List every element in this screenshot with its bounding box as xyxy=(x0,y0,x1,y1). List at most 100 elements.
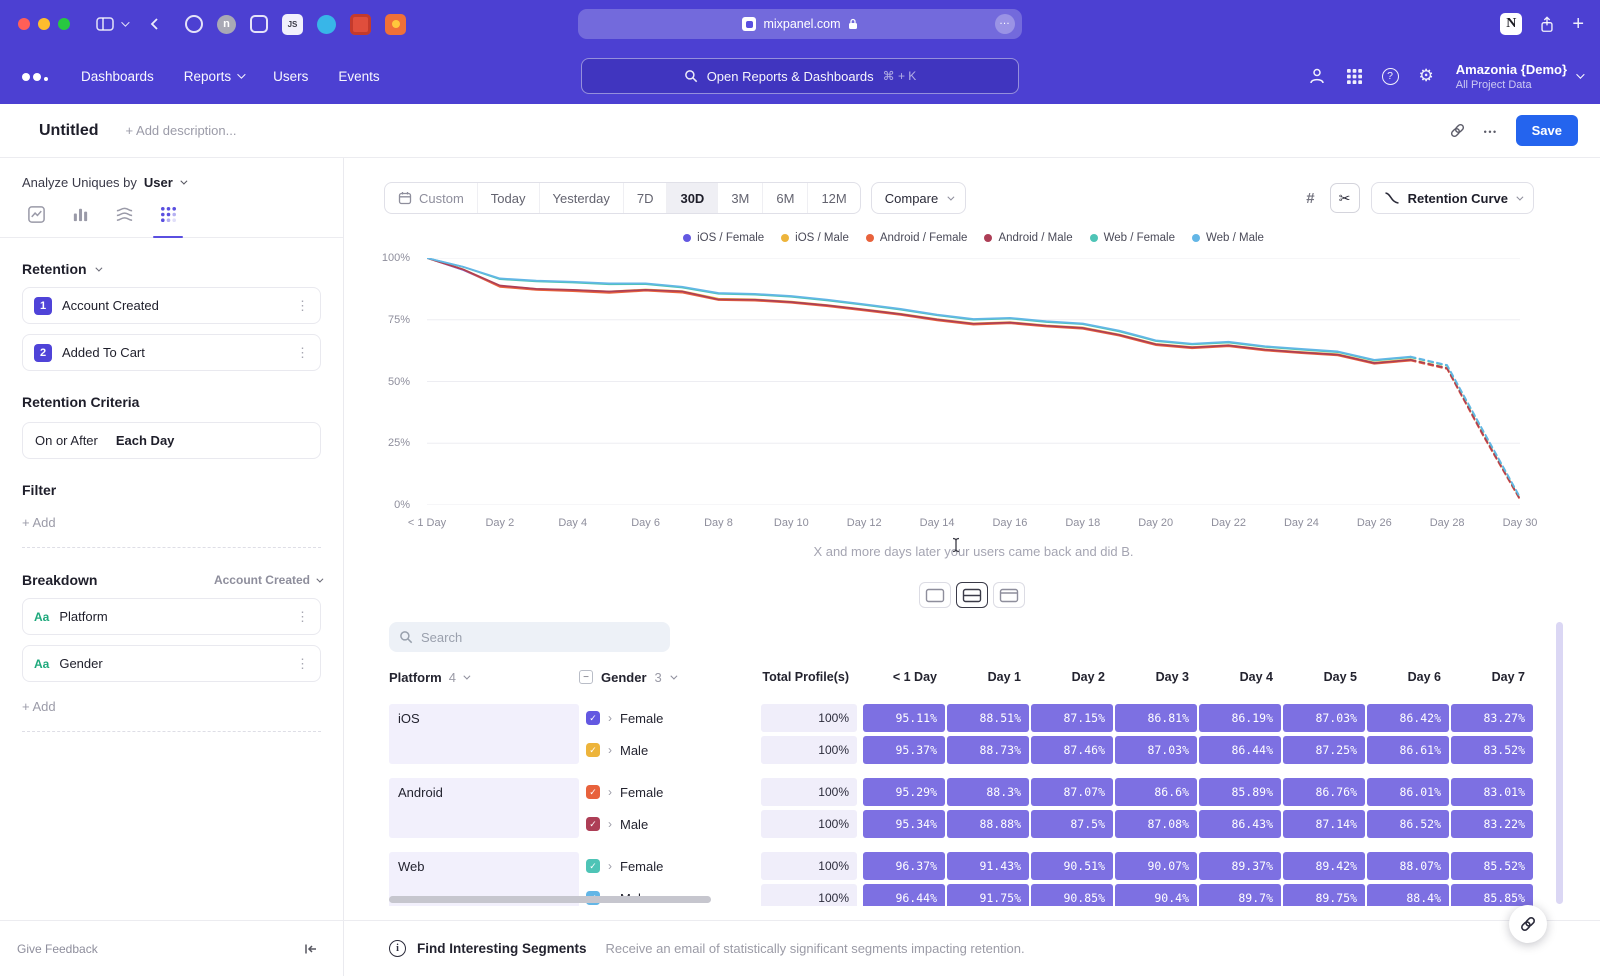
notion-extension-icon[interactable]: N xyxy=(1500,13,1522,35)
add-filter-button[interactable]: + Add xyxy=(22,515,321,548)
user-insights-icon[interactable] xyxy=(1308,67,1327,85)
zoom-window-button[interactable] xyxy=(58,18,70,30)
collapse-sidebar-icon[interactable] xyxy=(303,941,319,957)
cyan-app-favicon[interactable] xyxy=(317,15,336,34)
nav-events[interactable]: Events xyxy=(338,69,379,84)
horizontal-scrollbar[interactable] xyxy=(389,896,711,903)
layout-toggle-chart[interactable] xyxy=(919,582,951,608)
checkbox-ios-female[interactable] xyxy=(586,711,600,725)
new-tab-icon[interactable] xyxy=(1572,13,1584,36)
kebab-menu-icon[interactable] xyxy=(296,609,309,625)
add-breakdown-button[interactable]: + Add xyxy=(22,699,321,732)
legend-android-female[interactable]: Android / Female xyxy=(866,232,968,244)
day-column-header[interactable]: Day 4 xyxy=(1199,670,1281,684)
url-more-button[interactable] xyxy=(995,14,1015,34)
save-button[interactable]: Save xyxy=(1516,115,1578,146)
chart-type-dropdown[interactable]: Retention Curve xyxy=(1371,182,1534,214)
vertical-scrollbar[interactable] xyxy=(1556,622,1563,904)
box-favicon[interactable] xyxy=(250,15,268,33)
legend-web-female[interactable]: Web / Female xyxy=(1090,232,1175,244)
retention-chart[interactable] xyxy=(427,258,1520,505)
range-3m[interactable]: 3M xyxy=(717,183,762,213)
legend-ios-male[interactable]: iOS / Male xyxy=(781,232,849,244)
legend-ios-female[interactable]: iOS / Female xyxy=(683,232,764,244)
expand-chevron-icon[interactable] xyxy=(608,785,612,799)
day-column-header[interactable]: Day 7 xyxy=(1451,670,1533,684)
n-app-favicon[interactable]: n xyxy=(217,15,236,34)
expand-chevron-icon[interactable] xyxy=(608,817,612,831)
expand-chevron-icon[interactable] xyxy=(608,859,612,873)
retention-step-2[interactable]: 2Added To Cart xyxy=(22,334,321,371)
retention-step-1[interactable]: 1Account Created xyxy=(22,287,321,324)
url-bar[interactable]: mixpanel.com xyxy=(578,9,1022,39)
gender-column-header[interactable]: Gender 3 xyxy=(579,670,761,685)
breakdown-gender[interactable]: AaGender xyxy=(22,645,321,682)
report-title[interactable]: Untitled xyxy=(39,122,99,140)
mixpanel-logo[interactable] xyxy=(22,71,48,81)
kebab-menu-icon[interactable] xyxy=(296,345,309,361)
retention-section-title[interactable]: Retention xyxy=(22,261,321,277)
checkbox-ios-male[interactable] xyxy=(586,743,600,757)
timer-favicon[interactable] xyxy=(185,15,203,33)
layout-toggle-table[interactable] xyxy=(993,582,1025,608)
chevron-down-icon[interactable] xyxy=(121,18,129,26)
orange-app-favicon[interactable] xyxy=(385,14,406,35)
table-search-input[interactable]: Search xyxy=(389,622,670,652)
share-icon[interactable] xyxy=(1538,15,1556,34)
day-column-header[interactable]: Day 3 xyxy=(1115,670,1197,684)
checkbox-web-female[interactable] xyxy=(586,859,600,873)
tab-flows[interactable] xyxy=(112,205,136,237)
range-7d[interactable]: 7D xyxy=(623,183,667,213)
find-segments-link[interactable]: Find Interesting Segments xyxy=(417,941,587,956)
range-30d[interactable]: 30D xyxy=(666,183,717,213)
select-all-checkbox[interactable] xyxy=(579,670,593,684)
project-switcher[interactable]: Amazonia {Demo} All Project Data xyxy=(1456,62,1582,91)
nav-dashboards[interactable]: Dashboards xyxy=(81,69,154,84)
range-today[interactable]: Today xyxy=(477,183,539,213)
nav-reports[interactable]: Reports xyxy=(184,69,243,84)
expand-chevron-icon[interactable] xyxy=(608,743,612,757)
day-column-header[interactable]: Day 1 xyxy=(947,670,1029,684)
global-search[interactable]: Open Reports & Dashboards ⌘ + K xyxy=(581,58,1019,94)
platform-column-header[interactable]: Platform 4 xyxy=(389,670,579,685)
layout-toggle-split[interactable] xyxy=(956,582,988,608)
gear-icon[interactable] xyxy=(1419,66,1434,86)
browser-sidebar-icon[interactable] xyxy=(96,16,114,32)
criteria-type-dropdown[interactable]: On or After xyxy=(35,433,98,448)
kebab-menu-icon[interactable] xyxy=(296,298,309,314)
copy-link-icon[interactable] xyxy=(1449,122,1466,139)
day-column-header[interactable]: < 1 Day xyxy=(863,670,945,684)
checkbox-android-male[interactable] xyxy=(586,817,600,831)
range-yesterday[interactable]: Yesterday xyxy=(539,183,623,213)
apps-grid-icon[interactable] xyxy=(1347,69,1362,84)
legend-android-male[interactable]: Android / Male xyxy=(984,232,1072,244)
legend-web-male[interactable]: Web / Male xyxy=(1192,232,1264,244)
more-options-icon[interactable] xyxy=(1484,122,1498,139)
tab-funnels[interactable] xyxy=(68,205,92,237)
annotations-icon[interactable] xyxy=(1302,186,1318,211)
give-feedback-link[interactable]: Give Feedback xyxy=(17,942,98,956)
compare-button[interactable]: Compare xyxy=(871,182,966,214)
criteria-interval-dropdown[interactable]: Each Day xyxy=(116,433,175,448)
back-button[interactable] xyxy=(147,16,163,32)
breakdown-platform[interactable]: AaPlatform xyxy=(22,598,321,635)
expand-chevron-icon[interactable] xyxy=(608,711,612,725)
tab-insights[interactable] xyxy=(24,205,48,237)
day-column-header[interactable]: Day 5 xyxy=(1283,670,1365,684)
range-12m[interactable]: 12M xyxy=(807,183,859,213)
day-column-header[interactable]: Day 2 xyxy=(1031,670,1113,684)
minimize-window-button[interactable] xyxy=(38,18,50,30)
help-icon[interactable] xyxy=(1382,68,1399,85)
nav-users[interactable]: Users xyxy=(273,69,308,84)
checkbox-android-female[interactable] xyxy=(586,785,600,799)
close-window-button[interactable] xyxy=(18,18,30,30)
floating-share-link-button[interactable] xyxy=(1509,905,1547,943)
retention-criteria-card[interactable]: On or After Each Day xyxy=(22,422,321,459)
red-app-favicon[interactable] xyxy=(350,14,371,35)
kebab-menu-icon[interactable] xyxy=(296,656,309,672)
range-custom[interactable]: Custom xyxy=(385,183,477,213)
range-6m[interactable]: 6M xyxy=(762,183,807,213)
tab-retention[interactable] xyxy=(156,205,180,237)
day-column-header[interactable]: Day 6 xyxy=(1367,670,1449,684)
analyze-entity-dropdown[interactable]: User xyxy=(144,175,173,190)
